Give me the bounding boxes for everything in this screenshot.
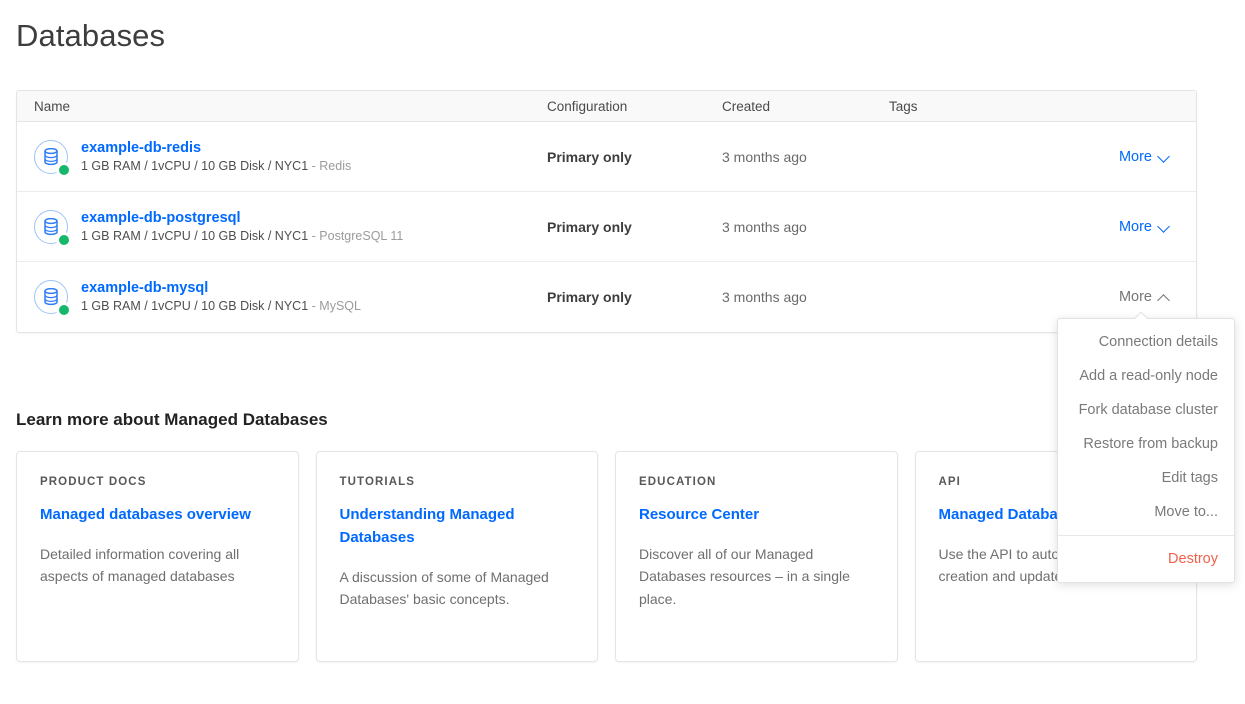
database-specs: 1 GB RAM / 1vCPU / 10 GB Disk / NYC1 - M…	[81, 299, 361, 315]
card-eyebrow: PRODUCT DOCS	[40, 476, 147, 488]
databases-table: Name Configuration Created Tags example-…	[16, 90, 1197, 333]
dropdown-caret	[1134, 312, 1147, 319]
database-specs-text: 1 GB RAM / 1vCPU / 10 GB Disk / NYC1	[81, 228, 309, 243]
database-icon	[34, 280, 71, 317]
table-header-row: Name Configuration Created Tags	[17, 91, 1196, 122]
cell-configuration: Primary only	[547, 289, 632, 305]
more-button-active[interactable]: More	[1119, 289, 1170, 305]
database-specs: 1 GB RAM / 1vCPU / 10 GB Disk / NYC1 - R…	[81, 159, 351, 175]
menu-item-fork-database-cluster[interactable]: Fork database cluster	[1058, 393, 1234, 427]
card-link[interactable]: Managed databases overview	[40, 504, 276, 527]
card-eyebrow: EDUCATION	[639, 476, 717, 488]
status-dot-online	[59, 164, 69, 175]
column-header-tags: Tags	[889, 98, 918, 114]
more-button-label: More	[1118, 218, 1152, 235]
cell-configuration: Primary only	[547, 218, 632, 235]
database-name-cell: example-db-redis 1 GB RAM / 1vCPU / 10 G…	[17, 139, 547, 177]
card-description: A discussion of some of Managed Database…	[339, 568, 549, 608]
database-name-text: example-db-redis 1 GB RAM / 1vCPU / 10 G…	[81, 139, 351, 175]
learn-more-cards: PRODUCT DOCS Managed databases overview …	[16, 451, 1197, 662]
cell-created: 3 months ago	[722, 289, 807, 305]
database-engine-text: - PostgreSQL 11	[311, 228, 404, 243]
menu-item-add-read-only-node[interactable]: Add a read-only node	[1058, 359, 1234, 393]
menu-item-edit-tags[interactable]: Edit tags	[1058, 461, 1234, 495]
card-link[interactable]: Understanding Managed Databases	[340, 504, 576, 550]
cell-created: 3 months ago	[722, 148, 807, 165]
more-button[interactable]: More	[1119, 219, 1170, 235]
cell-actions: More	[1089, 148, 1196, 166]
card-description: Discover all of our Managed Databases re…	[639, 545, 850, 608]
database-name-cell: example-db-mysql 1 GB RAM / 1vCPU / 10 G…	[17, 279, 547, 317]
table-row: example-db-postgresql 1 GB RAM / 1vCPU /…	[17, 192, 1196, 262]
cell-actions: More	[1089, 288, 1196, 306]
more-button-label: More	[1118, 148, 1152, 165]
status-dot-online	[59, 234, 69, 245]
card-description: Detailed information covering all aspect…	[40, 545, 240, 585]
more-button-label: More	[1118, 289, 1152, 305]
column-header-configuration: Configuration	[547, 98, 628, 114]
card-link[interactable]: Resource Center	[639, 504, 875, 527]
cell-actions: More	[1089, 218, 1196, 236]
chevron-up-icon	[1159, 292, 1170, 303]
status-dot-online	[59, 305, 69, 315]
database-specs-text: 1 GB RAM / 1vCPU / 10 GB Disk / NYC1	[81, 299, 309, 314]
menu-divider	[1058, 535, 1234, 536]
database-name-cell: example-db-postgresql 1 GB RAM / 1vCPU /…	[17, 209, 547, 247]
column-header-created: Created	[722, 98, 771, 114]
card-eyebrow: TUTORIALS	[339, 476, 415, 488]
database-name-text: example-db-postgresql 1 GB RAM / 1vCPU /…	[81, 209, 403, 245]
database-link[interactable]: example-db-postgresql	[81, 209, 403, 227]
table-row: example-db-mysql 1 GB RAM / 1vCPU / 10 G…	[17, 262, 1196, 332]
database-cylinder-glyph	[44, 288, 58, 306]
cell-created: 3 months ago	[722, 218, 807, 235]
database-icon	[34, 209, 71, 247]
database-name-text: example-db-mysql 1 GB RAM / 1vCPU / 10 G…	[81, 279, 361, 315]
database-specs: 1 GB RAM / 1vCPU / 10 GB Disk / NYC1 - P…	[81, 229, 403, 245]
page-title: Databases	[16, 18, 166, 53]
menu-item-destroy[interactable]: Destroy	[1058, 542, 1234, 576]
database-link[interactable]: example-db-redis	[81, 139, 351, 157]
chevron-down-icon	[1159, 221, 1170, 232]
column-header-name: Name	[34, 98, 71, 114]
cell-configuration: Primary only	[547, 148, 632, 165]
table-row: example-db-redis 1 GB RAM / 1vCPU / 10 G…	[17, 122, 1196, 192]
chevron-down-icon	[1159, 151, 1170, 162]
database-cylinder-glyph	[44, 147, 58, 165]
more-button[interactable]: More	[1119, 149, 1170, 165]
database-engine-text: - MySQL	[311, 299, 361, 314]
menu-item-move-to[interactable]: Move to...	[1058, 495, 1234, 529]
menu-item-restore-from-backup[interactable]: Restore from backup	[1058, 427, 1234, 461]
database-cylinder-glyph	[44, 217, 58, 235]
card-tutorials: TUTORIALS Understanding Managed Database…	[315, 451, 598, 662]
more-actions-dropdown: Connection details Add a read-only node …	[1057, 318, 1235, 583]
database-link[interactable]: example-db-mysql	[81, 279, 361, 297]
database-icon	[34, 139, 71, 177]
database-specs-text: 1 GB RAM / 1vCPU / 10 GB Disk / NYC1	[81, 158, 309, 173]
menu-item-connection-details[interactable]: Connection details	[1058, 325, 1234, 359]
card-product-docs: PRODUCT DOCS Managed databases overview …	[16, 451, 299, 662]
database-engine-text: - Redis	[311, 158, 352, 173]
card-education: EDUCATION Resource Center Discover all o…	[615, 451, 898, 662]
learn-more-heading: Learn more about Managed Databases	[16, 410, 328, 429]
